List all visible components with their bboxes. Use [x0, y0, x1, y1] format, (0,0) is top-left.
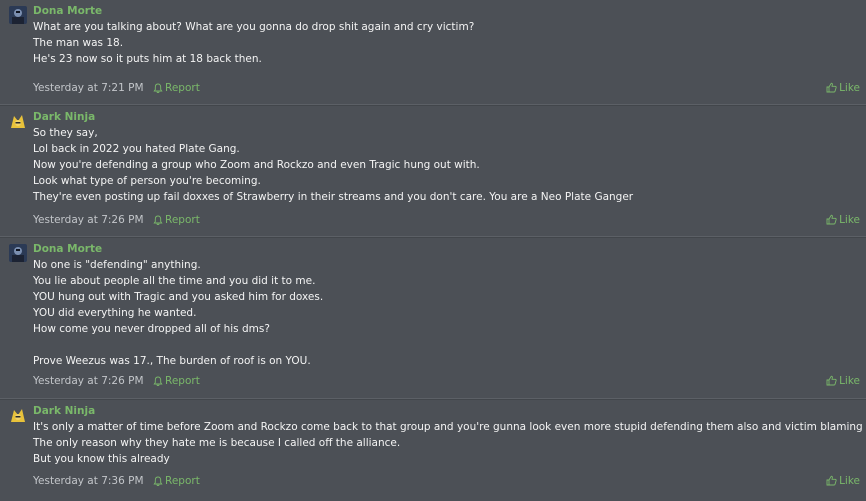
dark-ninja-avatar-icon[interactable]: [9, 406, 27, 424]
like-label: Like: [839, 475, 860, 487]
message-line: So they say,: [33, 127, 98, 139]
like-button[interactable]: Like: [826, 373, 860, 389]
post-footer: Yesterday at 7:36 PM Report Like: [33, 473, 860, 489]
thumbs-up-icon: [826, 375, 837, 386]
message-line: YOU did everything he wanted.: [33, 307, 197, 319]
thumbs-up-icon: [826, 475, 837, 486]
message-line: The man was 18.: [33, 37, 124, 49]
report-button[interactable]: Report: [153, 473, 200, 489]
message-line: Prove Weezus was 17., The burden of roof…: [33, 355, 311, 367]
message-line: It's only a matter of time before Zoom a…: [33, 421, 866, 433]
message-line: The only reason why they hate me is beca…: [33, 437, 401, 449]
post: Dark Ninja It's only a matter of time be…: [0, 399, 866, 501]
post-timestamp[interactable]: Yesterday at 7:26 PM: [33, 375, 144, 387]
like-label: Like: [839, 82, 860, 94]
report-label: Report: [165, 82, 200, 94]
report-button[interactable]: Report: [153, 373, 200, 389]
bell-icon: [153, 376, 163, 387]
like-button[interactable]: Like: [826, 80, 860, 96]
message-line: He's 23 now so it puts him at 18 back th…: [33, 53, 262, 65]
post-timestamp[interactable]: Yesterday at 7:36 PM: [33, 475, 144, 487]
like-label: Like: [839, 375, 860, 387]
post-footer: Yesterday at 7:26 PM Report Like: [33, 373, 860, 389]
message-line: How come you never dropped all of his dm…: [33, 323, 270, 335]
message-line: Lol back in 2022 you hated Plate Gang.: [33, 143, 240, 155]
thumbs-up-icon: [826, 82, 837, 93]
report-button[interactable]: Report: [153, 212, 200, 228]
dona-morte-avatar-icon[interactable]: [9, 6, 27, 24]
post: Dark Ninja So they say, Lol back in 2022…: [0, 105, 866, 237]
message-line: No one is "defending" anything.: [33, 259, 201, 271]
post-timestamp[interactable]: Yesterday at 7:26 PM: [33, 214, 144, 226]
report-label: Report: [165, 475, 200, 487]
post-footer: Yesterday at 7:26 PM Report Like: [33, 212, 860, 228]
like-button[interactable]: Like: [826, 212, 860, 228]
username[interactable]: Dark Ninja: [33, 404, 860, 419]
message-line: Now you're defending a group who Zoom an…: [33, 159, 480, 171]
report-button[interactable]: Report: [153, 80, 200, 96]
like-label: Like: [839, 214, 860, 226]
message-line: Look what type of person you're becoming…: [33, 175, 261, 187]
username[interactable]: Dona Morte: [33, 242, 860, 257]
bell-icon: [153, 83, 163, 94]
report-label: Report: [165, 375, 200, 387]
report-label: Report: [165, 214, 200, 226]
message-line: But you know this already: [33, 453, 170, 465]
post-footer: Yesterday at 7:21 PM Report Like: [33, 80, 860, 96]
message-line: They're even posting up fail doxxes of S…: [33, 191, 634, 203]
username[interactable]: Dona Morte: [33, 4, 860, 19]
thumbs-up-icon: [826, 214, 837, 225]
post: Dona Morte No one is "defending" anythin…: [0, 237, 866, 399]
bell-icon: [153, 215, 163, 226]
dark-ninja-avatar-icon[interactable]: [9, 112, 27, 130]
post: Dona Morte What are you talking about? W…: [0, 0, 866, 105]
thread: Dona Morte What are you talking about? W…: [0, 0, 866, 501]
message-line: What are you talking about? What are you…: [33, 21, 475, 33]
like-button[interactable]: Like: [826, 473, 860, 489]
bell-icon: [153, 476, 163, 487]
post-timestamp[interactable]: Yesterday at 7:21 PM: [33, 82, 144, 94]
message-line: YOU hung out with Tragic and you asked h…: [33, 291, 324, 303]
message-line: You lie about people all the time and yo…: [33, 275, 316, 287]
dona-morte-avatar-icon[interactable]: [9, 244, 27, 262]
username[interactable]: Dark Ninja: [33, 110, 860, 125]
